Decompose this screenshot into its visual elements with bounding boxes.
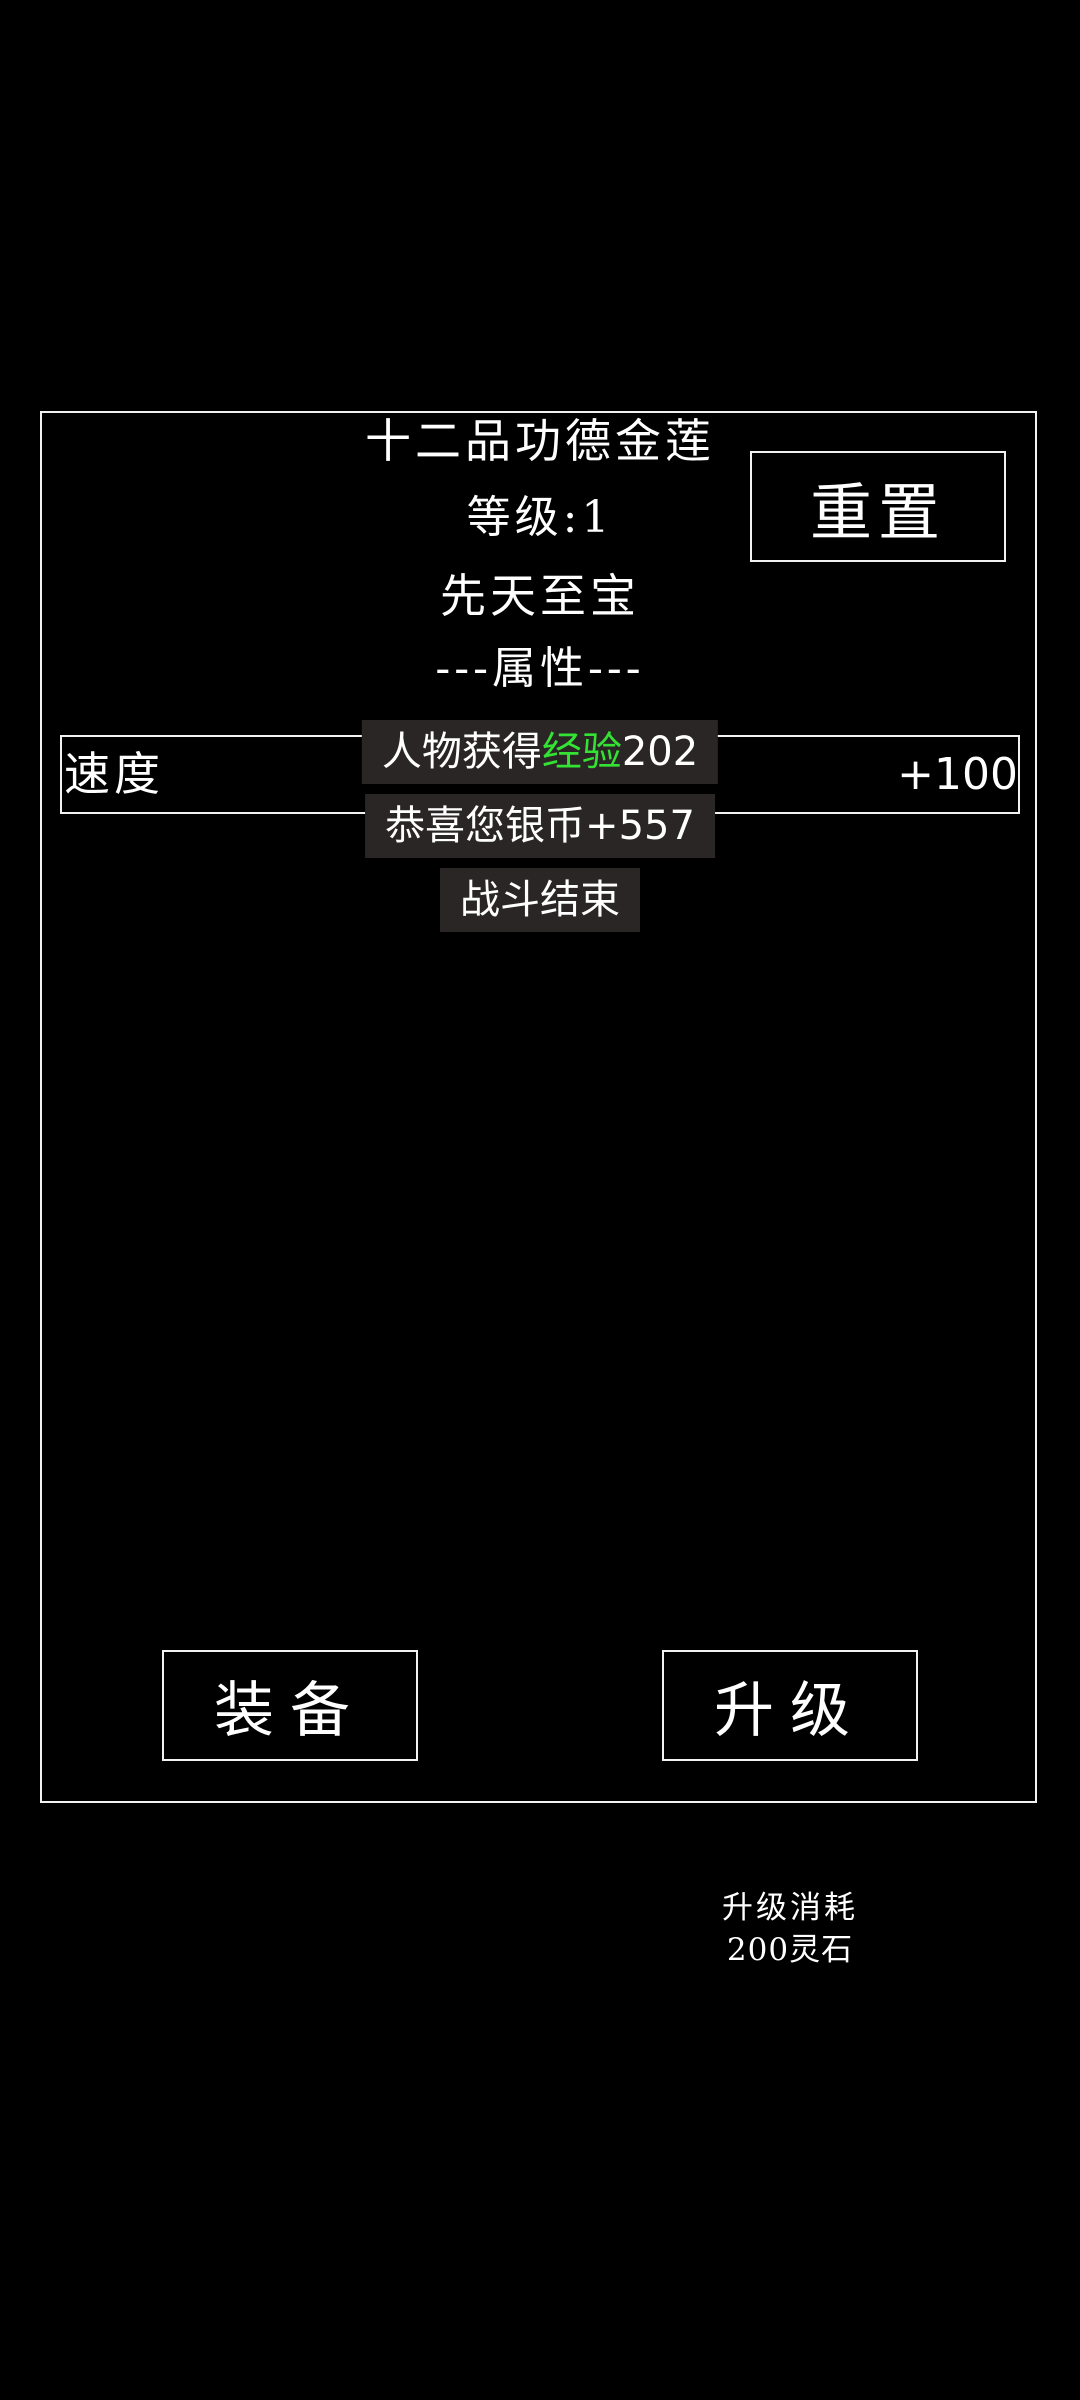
toast-exp-gain: 人物获得经验202	[361, 720, 719, 784]
upgrade-cost-amount: 200灵石	[726, 1932, 854, 1968]
attribute-value: +100	[897, 749, 1018, 800]
reset-button[interactable]: 重置	[750, 451, 1006, 562]
toast-exp-amount: 202	[621, 729, 699, 775]
toast-silver-gain: 恭喜您银币+557	[365, 794, 715, 858]
toast-exp-highlight: 经验	[541, 729, 622, 775]
upgrade-cost-label: 升级消耗	[722, 1890, 858, 1926]
item-grade: 先天至宝	[440, 569, 640, 623]
equip-button[interactable]: 装备	[162, 1650, 418, 1761]
attributes-header: ---属性---	[435, 643, 645, 694]
toast-exp-prefix: 人物获得	[381, 729, 542, 775]
toast-battle-end: 战斗结束	[440, 868, 640, 932]
upgrade-button[interactable]: 升级	[662, 1650, 918, 1761]
attribute-name: 速度	[64, 747, 164, 801]
